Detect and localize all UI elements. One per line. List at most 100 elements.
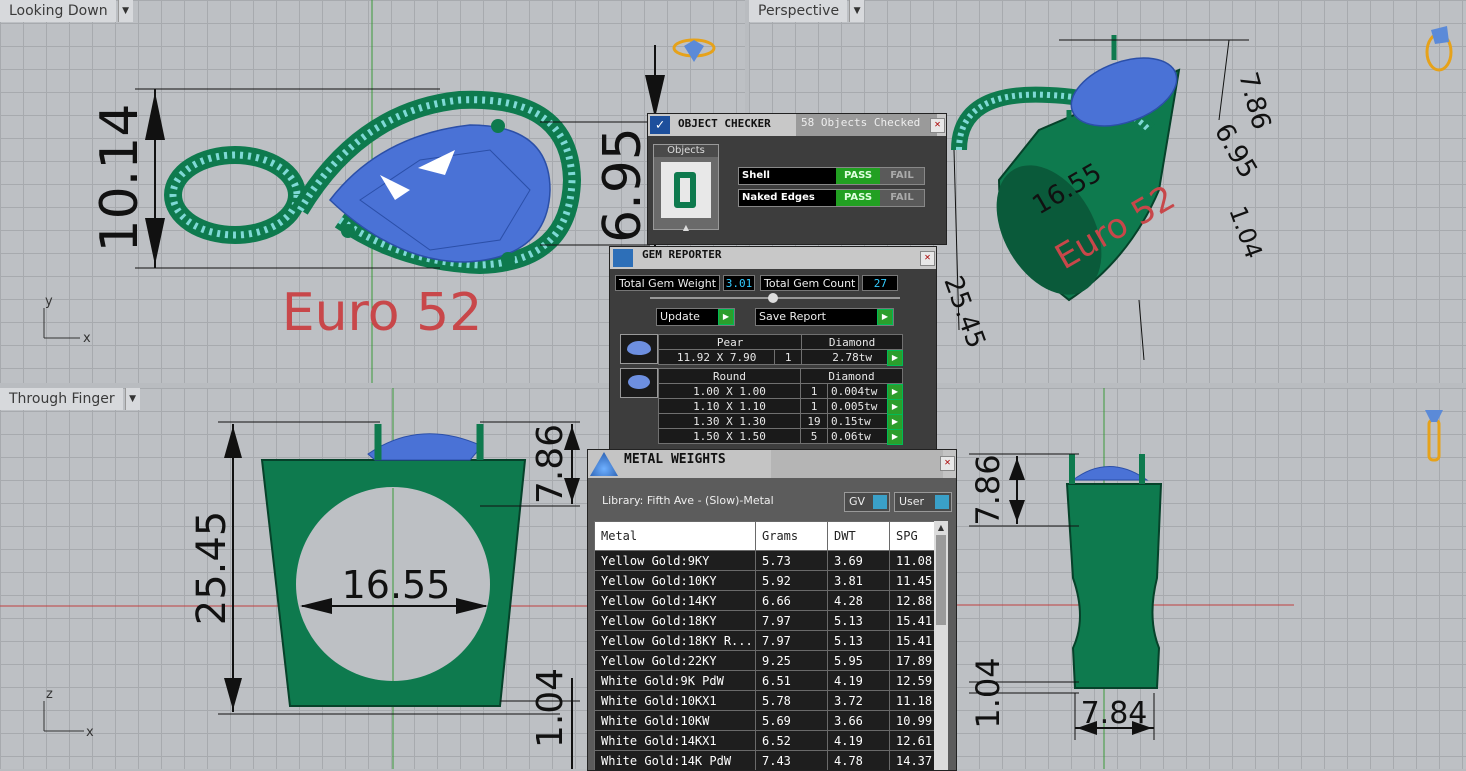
gem-qty: 1	[800, 398, 828, 414]
metal-name: Yellow Gold:14KY	[594, 590, 756, 611]
table-row: 1.50 X 1.50 5 0.06tw	[658, 428, 903, 444]
gv-toggle[interactable]: GV	[844, 492, 890, 512]
object-checker-titlebar[interactable]: ✓ OBJECT CHECKER 58 Objects Checked ✕	[648, 114, 946, 136]
gem-row-button[interactable]: ▶	[887, 350, 903, 366]
toggle-icon	[935, 495, 949, 509]
gv-label: GV	[849, 495, 866, 508]
gem-row-button[interactable]: ▶	[887, 414, 903, 430]
scrollbar[interactable]: ▲	[934, 521, 948, 770]
total-gem-count-value: 27	[862, 275, 899, 291]
column-header-dwt[interactable]: DWT	[827, 521, 890, 551]
close-icon[interactable]: ✕	[920, 251, 935, 266]
grams-value: 7.97	[755, 630, 828, 651]
metal-weights-title: METAL WEIGHTS	[624, 452, 726, 467]
svg-text:7.84: 7.84	[1081, 696, 1148, 731]
user-label: User	[899, 495, 925, 508]
dwt-value: 3.66	[827, 710, 890, 731]
gem-size: 1.10 X 1.10	[658, 398, 801, 414]
scroll-up-icon[interactable]: ▲	[654, 223, 718, 232]
viewport-menu-icon[interactable]: ▼	[849, 0, 865, 22]
metal-table: Metal Grams DWT SPG Yellow Gold:9KY 5.73 3…	[594, 521, 934, 770]
gem-report-icon	[613, 249, 633, 267]
gem-size: 1.30 X 1.30	[658, 413, 801, 429]
scroll-thumb[interactable]	[936, 535, 946, 625]
viewport-menu-icon[interactable]: ▼	[117, 0, 133, 22]
checkmark-icon: ✓	[650, 116, 670, 134]
update-button[interactable]: Update ▶	[656, 308, 735, 326]
save-report-button[interactable]: Save Report ▶	[755, 308, 894, 326]
svg-text:1.04: 1.04	[969, 657, 1007, 728]
svg-text:7.86: 7.86	[530, 424, 571, 504]
svg-text:7.86: 7.86	[1232, 69, 1276, 133]
spg-value: 17.89	[889, 650, 934, 671]
objects-box[interactable]: Objects ▲	[653, 144, 719, 232]
pear-gem-icon	[627, 341, 651, 355]
svg-text:10.14: 10.14	[90, 104, 150, 253]
dwt-value: 5.13	[827, 630, 890, 651]
gem-qty: 1	[800, 383, 828, 399]
play-icon: ▶	[877, 309, 893, 325]
dwt-value: 4.28	[827, 590, 890, 611]
table-row[interactable]: White Gold:10KW 5.69 3.66 10.99	[594, 710, 934, 731]
scroll-up-icon[interactable]: ▲	[934, 521, 948, 535]
viewport-title[interactable]: Through Finger	[0, 388, 123, 410]
gem-row-button[interactable]: ▶	[887, 429, 903, 445]
spg-value: 15.41	[889, 630, 934, 651]
table-row[interactable]: Yellow Gold:18KY R... 7.97 5.13 15.41	[594, 630, 934, 651]
close-icon[interactable]: ✕	[930, 118, 945, 133]
table-row[interactable]: White Gold:10KX1 5.78 3.72 11.18	[594, 690, 934, 711]
grams-value: 5.69	[755, 710, 828, 731]
viewport-title[interactable]: Looking Down	[0, 0, 116, 22]
spg-value: 12.59	[889, 670, 934, 691]
metal-name: Yellow Gold:18KY R...	[594, 630, 756, 651]
table-row[interactable]: Yellow Gold:22KY 9.25 5.95 17.89	[594, 650, 934, 671]
table-row[interactable]: Yellow Gold:9KY 5.73 3.69 11.08	[594, 550, 934, 571]
fail-badge: FAIL	[880, 168, 924, 184]
gem-reporter-titlebar[interactable]: GEM REPORTER ✕	[610, 247, 936, 269]
svg-text:25.45: 25.45	[189, 511, 235, 626]
table-row: 11.92 X 7.90 1 2.78tw	[657, 349, 903, 365]
slider-thumb-icon[interactable]	[768, 293, 778, 303]
table-row[interactable]: Yellow Gold:10KY 5.92 3.81 11.45	[594, 570, 934, 591]
grams-value: 7.97	[755, 610, 828, 631]
viewport-menu-icon[interactable]: ▼	[124, 388, 140, 410]
table-row[interactable]: Yellow Gold:14KY 6.66 4.28 12.88	[594, 590, 934, 611]
viewport-title[interactable]: Perspective	[749, 0, 848, 22]
table-row: 1.30 X 1.30 19 0.15tw	[658, 413, 903, 429]
metal-weights-titlebar[interactable]: METAL WEIGHTS ✕	[588, 450, 956, 478]
gem-row-button[interactable]: ▶	[887, 399, 903, 415]
gem-reporter-panel[interactable]: GEM REPORTER ✕ Total Gem Weight 3.01 Tot…	[609, 246, 937, 456]
svg-text:6.95: 6.95	[593, 127, 653, 243]
metal-table-wrap[interactable]: Metal Grams DWT SPG Yellow Gold:9KY 5.73 3…	[594, 521, 934, 770]
close-icon[interactable]: ✕	[940, 456, 955, 471]
metal-weights-panel[interactable]: METAL WEIGHTS ✕ Library: Fifth Ave - (Sl…	[587, 449, 957, 771]
object-thumbnail	[661, 162, 711, 218]
table-row[interactable]: White Gold:14KX1 6.52 4.19 12.61	[594, 730, 934, 751]
check-rows: Shell PASS FAIL Naked Edges PASS FAIL	[738, 167, 925, 207]
column-header-grams[interactable]: Grams	[755, 521, 828, 551]
table-row: 1.00 X 1.00 1 0.004tw	[658, 383, 903, 399]
total-gem-weight-label: Total Gem Weight	[615, 275, 721, 291]
table-row[interactable]: White Gold:9K PdW 6.51 4.19 12.59	[594, 670, 934, 691]
metal-name: Yellow Gold:9KY	[594, 550, 756, 571]
check-row-naked-edges: Naked Edges PASS FAIL	[738, 189, 925, 207]
objects-checked-tab[interactable]: 58 Objects Checked	[796, 114, 937, 136]
grams-value: 7.43	[755, 750, 828, 770]
table-row[interactable]: Yellow Gold:18KY 7.97 5.13 15.41	[594, 610, 934, 631]
play-icon: ▶	[718, 309, 734, 325]
gem-totals: Total Gem Weight 3.01 Total Gem Count 27	[615, 275, 932, 291]
column-header-spg[interactable]: SPG	[889, 521, 934, 551]
metal-name: White Gold:14K PdW	[594, 750, 756, 770]
user-toggle[interactable]: User	[894, 492, 952, 512]
pass-badge: PASS	[836, 190, 880, 206]
table-header: Metal Grams DWT SPG	[594, 521, 934, 551]
metal-name: White Gold:10KX1	[594, 690, 756, 711]
object-checker-panel[interactable]: ✓ OBJECT CHECKER 58 Objects Checked ✕ Ob…	[647, 113, 947, 245]
gem-reporter-title: GEM REPORTER	[642, 248, 722, 261]
gem-row-button[interactable]: ▶	[887, 384, 903, 400]
total-gem-count-label: Total Gem Count	[760, 275, 860, 291]
spg-value: 11.18	[889, 690, 934, 711]
table-row[interactable]: White Gold:14K PdW 7.43 4.78 14.37	[594, 750, 934, 770]
column-header-metal[interactable]: Metal	[594, 521, 756, 551]
gem-qty: 1	[774, 349, 803, 365]
